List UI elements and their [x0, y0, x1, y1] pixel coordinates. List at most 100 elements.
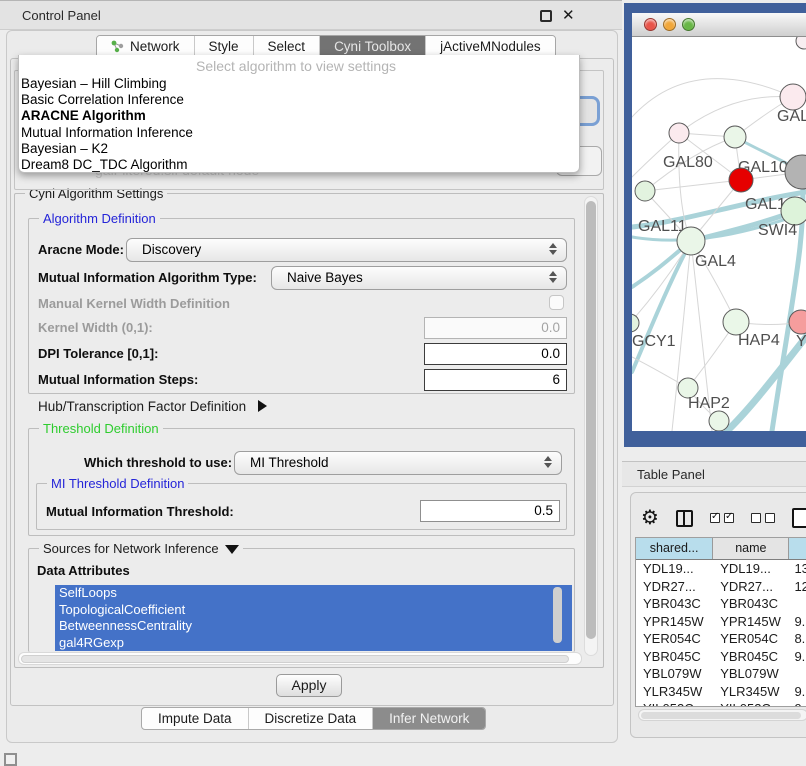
- data-attributes-list: SelfLoopsTopologicalCoefficientBetweenne…: [55, 585, 572, 651]
- network-canvas[interactable]: GALGAL80GAL10GAL1GAL11SWI4GAL4GCY1HAP4YH…: [632, 37, 806, 431]
- network-node-label: GAL: [777, 108, 806, 125]
- network-node[interactable]: [669, 123, 689, 143]
- network-node[interactable]: [796, 37, 806, 49]
- data-attribute-item[interactable]: BetweennessCentrality: [55, 618, 572, 635]
- network-node-label: SWI4: [758, 222, 797, 239]
- hub-definition-expander[interactable]: Hub/Transcription Factor Definition: [38, 399, 267, 414]
- mi-algorithm-type-label: Mutual Information Algorithm Type:: [38, 270, 257, 285]
- dpi-tolerance-field[interactable]: 0.0: [424, 343, 567, 365]
- algorithm-option[interactable]: Dream8 DC_TDC Algorithm: [19, 157, 579, 173]
- select-all-checkboxes-icon[interactable]: [710, 513, 734, 523]
- network-node[interactable]: [729, 168, 753, 192]
- table-row[interactable]: YBL079WYBL079W: [636, 665, 806, 683]
- data-attribute-item[interactable]: SelfLoops: [55, 585, 572, 602]
- spinner-icon: [549, 271, 557, 283]
- network-node-label: GCY1: [632, 333, 676, 350]
- manual-kernel-label: Manual Kernel Width Definition: [38, 296, 230, 311]
- settings-horizontal-scroll-thumb[interactable]: [21, 655, 569, 663]
- tab-impute-data[interactable]: Impute Data: [142, 708, 249, 729]
- tab-style[interactable]: Style: [195, 36, 254, 57]
- algorithm-option[interactable]: Mutual Information Inference: [19, 125, 579, 141]
- network-node-label: Y: [796, 333, 806, 350]
- settings-horizontal-scrollbar[interactable]: [18, 652, 582, 665]
- table-row[interactable]: YIL052CYIL052C9: [636, 700, 806, 706]
- network-edge: [632, 79, 793, 117]
- algorithm-option[interactable]: Bayesian – K2: [19, 141, 579, 157]
- algorithm-option[interactable]: Bayesian – Hill Climbing: [19, 76, 579, 92]
- network-node[interactable]: [785, 155, 806, 189]
- network-window-titlebar[interactable]: [632, 13, 806, 37]
- table-toolbar: ⚙: [641, 503, 806, 533]
- table-row[interactable]: YER054CYER054C8.: [636, 630, 806, 648]
- deselect-all-checkboxes-icon[interactable]: [751, 513, 775, 523]
- minimized-panel-icon[interactable]: [4, 753, 17, 766]
- column-header-shared-name[interactable]: shared...: [636, 538, 713, 559]
- network-node-label: HAP4: [738, 332, 780, 349]
- table-row[interactable]: YDL19...YDL19...13: [636, 560, 806, 578]
- mi-threshold-field[interactable]: 0.5: [420, 500, 560, 522]
- table-panel: ⚙ shared... name A YDL19...YDL19...13YDR…: [630, 492, 806, 738]
- data-attribute-item[interactable]: TopologicalCoefficient: [55, 602, 572, 619]
- data-attribute-item[interactable]: gal4RGexp: [55, 635, 572, 652]
- table-row[interactable]: YBR043CYBR043C: [636, 595, 806, 613]
- gear-icon[interactable]: ⚙: [641, 508, 659, 528]
- network-node[interactable]: [780, 84, 806, 110]
- table-horizontal-scroll-thumb[interactable]: [641, 712, 801, 719]
- tab-network-label: Network: [130, 39, 180, 54]
- tab-infer-network[interactable]: Infer Network: [373, 708, 485, 729]
- float-icon[interactable]: [540, 10, 552, 22]
- table-row[interactable]: YDR27...YDR27...12: [636, 578, 806, 596]
- close-icon[interactable]: ✕: [562, 6, 575, 24]
- spinner-icon: [544, 456, 552, 468]
- settings-vertical-scrollbar[interactable]: [584, 196, 598, 656]
- mi-steps-label: Mutual Information Steps:: [38, 372, 198, 387]
- manual-kernel-checkbox[interactable]: [549, 295, 564, 310]
- algorithm-definition-legend: Algorithm Definition: [39, 211, 160, 226]
- document-icon[interactable]: [792, 508, 806, 528]
- close-traffic-light[interactable]: [644, 18, 657, 31]
- network-node[interactable]: [781, 197, 806, 225]
- network-edge: [727, 337, 806, 431]
- apply-button[interactable]: Apply: [276, 674, 342, 697]
- columns-icon[interactable]: [676, 510, 693, 527]
- tab-network[interactable]: Network: [97, 36, 195, 57]
- table-horizontal-scrollbar[interactable]: [638, 709, 806, 721]
- control-panel-titlebar: Control Panel ✕: [0, 0, 622, 30]
- minimize-traffic-light[interactable]: [663, 18, 676, 31]
- dpi-tolerance-label: DPI Tolerance [0,1]:: [38, 346, 158, 361]
- algorithm-option[interactable]: ARACNE Algorithm: [19, 108, 579, 124]
- kernel-width-field[interactable]: 0.0: [424, 317, 567, 339]
- table-row[interactable]: YBR045CYBR045C9.: [636, 648, 806, 666]
- network-edge: [645, 180, 741, 191]
- network-node[interactable]: [635, 181, 655, 201]
- tab-select[interactable]: Select: [254, 36, 321, 57]
- aracne-mode-combo[interactable]: Discovery: [126, 238, 567, 262]
- attributes-scrollbar[interactable]: [553, 587, 562, 643]
- network-node[interactable]: [724, 126, 746, 148]
- table-row[interactable]: YLR345WYLR345W9.: [636, 683, 806, 701]
- network-node-label: GAL1: [745, 196, 786, 213]
- algorithm-option[interactable]: Basic Correlation Inference: [19, 92, 579, 108]
- mi-algorithm-type-combo[interactable]: Naive Bayes: [271, 266, 567, 290]
- which-threshold-label: Which threshold to use:: [84, 455, 232, 470]
- sources-legend[interactable]: Sources for Network Inference: [39, 541, 243, 556]
- tab-jactivemnodules[interactable]: jActiveMNodules: [426, 36, 555, 57]
- network-node[interactable]: [677, 227, 705, 255]
- table-row[interactable]: YPR145WYPR145W9.: [636, 613, 806, 631]
- settings-vertical-scroll-thumb[interactable]: [586, 201, 596, 639]
- column-header-partial[interactable]: A: [789, 538, 806, 559]
- algorithm-dropdown-list: Bayesian – Hill ClimbingBasic Correlatio…: [19, 76, 579, 173]
- network-node[interactable]: [709, 411, 729, 431]
- control-panel-title: Control Panel: [22, 8, 101, 23]
- tab-discretize-data[interactable]: Discretize Data: [249, 708, 374, 729]
- tab-cyni-toolbox[interactable]: Cyni Toolbox: [320, 36, 426, 57]
- table-rows: YDL19...YDL19...13YDR27...YDR27...12YBR0…: [636, 560, 806, 706]
- which-threshold-combo[interactable]: MI Threshold: [234, 451, 562, 475]
- mi-steps-field[interactable]: 6: [424, 369, 567, 391]
- mi-threshold-label: Mutual Information Threshold:: [46, 504, 234, 519]
- network-node[interactable]: [632, 314, 639, 332]
- zoom-traffic-light[interactable]: [682, 18, 695, 31]
- algorithm-dropdown-placeholder: Select algorithm to view settings: [196, 58, 396, 74]
- network-icon: [111, 40, 124, 53]
- column-header-name[interactable]: name: [713, 538, 789, 559]
